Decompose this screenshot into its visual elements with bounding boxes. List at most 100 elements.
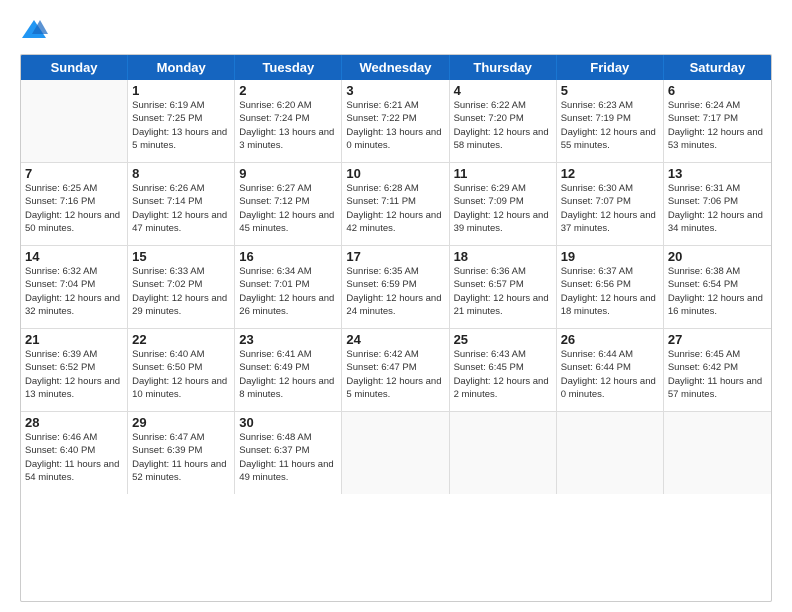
calendar-cell: 16Sunrise: 6:34 AMSunset: 7:01 PMDayligh… [235,246,342,328]
calendar-cell: 19Sunrise: 6:37 AMSunset: 6:56 PMDayligh… [557,246,664,328]
day-number: 14 [25,249,123,264]
day-info: Sunrise: 6:22 AMSunset: 7:20 PMDaylight:… [454,99,552,152]
day-number: 3 [346,83,444,98]
day-number: 6 [668,83,767,98]
day-number: 10 [346,166,444,181]
day-number: 8 [132,166,230,181]
header [20,16,772,44]
calendar-cell: 12Sunrise: 6:30 AMSunset: 7:07 PMDayligh… [557,163,664,245]
page: SundayMondayTuesdayWednesdayThursdayFrid… [0,0,792,612]
day-number: 9 [239,166,337,181]
day-number: 17 [346,249,444,264]
calendar-cell [21,80,128,162]
day-info: Sunrise: 6:46 AMSunset: 6:40 PMDaylight:… [25,431,123,484]
day-info: Sunrise: 6:32 AMSunset: 7:04 PMDaylight:… [25,265,123,318]
day-number: 21 [25,332,123,347]
calendar-cell: 29Sunrise: 6:47 AMSunset: 6:39 PMDayligh… [128,412,235,494]
calendar-cell: 11Sunrise: 6:29 AMSunset: 7:09 PMDayligh… [450,163,557,245]
day-info: Sunrise: 6:26 AMSunset: 7:14 PMDaylight:… [132,182,230,235]
calendar-cell: 7Sunrise: 6:25 AMSunset: 7:16 PMDaylight… [21,163,128,245]
header-day-saturday: Saturday [664,55,771,80]
logo [20,16,52,44]
day-number: 20 [668,249,767,264]
calendar-cell: 21Sunrise: 6:39 AMSunset: 6:52 PMDayligh… [21,329,128,411]
calendar-cell: 25Sunrise: 6:43 AMSunset: 6:45 PMDayligh… [450,329,557,411]
calendar-cell: 17Sunrise: 6:35 AMSunset: 6:59 PMDayligh… [342,246,449,328]
day-info: Sunrise: 6:23 AMSunset: 7:19 PMDaylight:… [561,99,659,152]
day-info: Sunrise: 6:20 AMSunset: 7:24 PMDaylight:… [239,99,337,152]
calendar-cell: 24Sunrise: 6:42 AMSunset: 6:47 PMDayligh… [342,329,449,411]
day-info: Sunrise: 6:44 AMSunset: 6:44 PMDaylight:… [561,348,659,401]
calendar-cell [342,412,449,494]
header-day-wednesday: Wednesday [342,55,449,80]
day-info: Sunrise: 6:37 AMSunset: 6:56 PMDaylight:… [561,265,659,318]
calendar-cell: 26Sunrise: 6:44 AMSunset: 6:44 PMDayligh… [557,329,664,411]
day-number: 5 [561,83,659,98]
day-info: Sunrise: 6:38 AMSunset: 6:54 PMDaylight:… [668,265,767,318]
day-number: 25 [454,332,552,347]
day-info: Sunrise: 6:29 AMSunset: 7:09 PMDaylight:… [454,182,552,235]
calendar-row-4: 28Sunrise: 6:46 AMSunset: 6:40 PMDayligh… [21,412,771,494]
day-number: 2 [239,83,337,98]
header-day-tuesday: Tuesday [235,55,342,80]
calendar-row-2: 14Sunrise: 6:32 AMSunset: 7:04 PMDayligh… [21,246,771,329]
day-number: 29 [132,415,230,430]
day-number: 30 [239,415,337,430]
day-number: 4 [454,83,552,98]
calendar-cell: 14Sunrise: 6:32 AMSunset: 7:04 PMDayligh… [21,246,128,328]
day-number: 1 [132,83,230,98]
calendar-cell: 6Sunrise: 6:24 AMSunset: 7:17 PMDaylight… [664,80,771,162]
calendar-row-0: 1Sunrise: 6:19 AMSunset: 7:25 PMDaylight… [21,80,771,163]
calendar-cell: 28Sunrise: 6:46 AMSunset: 6:40 PMDayligh… [21,412,128,494]
calendar-cell: 22Sunrise: 6:40 AMSunset: 6:50 PMDayligh… [128,329,235,411]
calendar-row-3: 21Sunrise: 6:39 AMSunset: 6:52 PMDayligh… [21,329,771,412]
day-number: 26 [561,332,659,347]
header-day-thursday: Thursday [450,55,557,80]
calendar-cell: 15Sunrise: 6:33 AMSunset: 7:02 PMDayligh… [128,246,235,328]
calendar-cell: 5Sunrise: 6:23 AMSunset: 7:19 PMDaylight… [557,80,664,162]
day-info: Sunrise: 6:47 AMSunset: 6:39 PMDaylight:… [132,431,230,484]
day-info: Sunrise: 6:41 AMSunset: 6:49 PMDaylight:… [239,348,337,401]
calendar-cell [557,412,664,494]
day-info: Sunrise: 6:45 AMSunset: 6:42 PMDaylight:… [668,348,767,401]
day-info: Sunrise: 6:35 AMSunset: 6:59 PMDaylight:… [346,265,444,318]
calendar-body: 1Sunrise: 6:19 AMSunset: 7:25 PMDaylight… [21,80,771,494]
calendar-cell: 18Sunrise: 6:36 AMSunset: 6:57 PMDayligh… [450,246,557,328]
day-info: Sunrise: 6:27 AMSunset: 7:12 PMDaylight:… [239,182,337,235]
day-number: 24 [346,332,444,347]
calendar-cell: 1Sunrise: 6:19 AMSunset: 7:25 PMDaylight… [128,80,235,162]
day-number: 7 [25,166,123,181]
day-number: 22 [132,332,230,347]
day-number: 13 [668,166,767,181]
day-number: 16 [239,249,337,264]
day-info: Sunrise: 6:34 AMSunset: 7:01 PMDaylight:… [239,265,337,318]
header-day-friday: Friday [557,55,664,80]
day-number: 12 [561,166,659,181]
day-number: 28 [25,415,123,430]
calendar-cell [664,412,771,494]
day-number: 27 [668,332,767,347]
calendar-cell [450,412,557,494]
header-day-sunday: Sunday [21,55,128,80]
calendar: SundayMondayTuesdayWednesdayThursdayFrid… [20,54,772,602]
day-info: Sunrise: 6:24 AMSunset: 7:17 PMDaylight:… [668,99,767,152]
day-number: 19 [561,249,659,264]
calendar-cell: 3Sunrise: 6:21 AMSunset: 7:22 PMDaylight… [342,80,449,162]
header-day-monday: Monday [128,55,235,80]
day-info: Sunrise: 6:30 AMSunset: 7:07 PMDaylight:… [561,182,659,235]
calendar-cell: 27Sunrise: 6:45 AMSunset: 6:42 PMDayligh… [664,329,771,411]
day-number: 23 [239,332,337,347]
calendar-header: SundayMondayTuesdayWednesdayThursdayFrid… [21,55,771,80]
calendar-cell: 10Sunrise: 6:28 AMSunset: 7:11 PMDayligh… [342,163,449,245]
calendar-cell: 13Sunrise: 6:31 AMSunset: 7:06 PMDayligh… [664,163,771,245]
day-info: Sunrise: 6:31 AMSunset: 7:06 PMDaylight:… [668,182,767,235]
calendar-cell: 4Sunrise: 6:22 AMSunset: 7:20 PMDaylight… [450,80,557,162]
calendar-cell: 9Sunrise: 6:27 AMSunset: 7:12 PMDaylight… [235,163,342,245]
calendar-cell: 30Sunrise: 6:48 AMSunset: 6:37 PMDayligh… [235,412,342,494]
calendar-cell: 2Sunrise: 6:20 AMSunset: 7:24 PMDaylight… [235,80,342,162]
day-number: 18 [454,249,552,264]
day-info: Sunrise: 6:42 AMSunset: 6:47 PMDaylight:… [346,348,444,401]
day-info: Sunrise: 6:19 AMSunset: 7:25 PMDaylight:… [132,99,230,152]
day-info: Sunrise: 6:28 AMSunset: 7:11 PMDaylight:… [346,182,444,235]
day-info: Sunrise: 6:25 AMSunset: 7:16 PMDaylight:… [25,182,123,235]
